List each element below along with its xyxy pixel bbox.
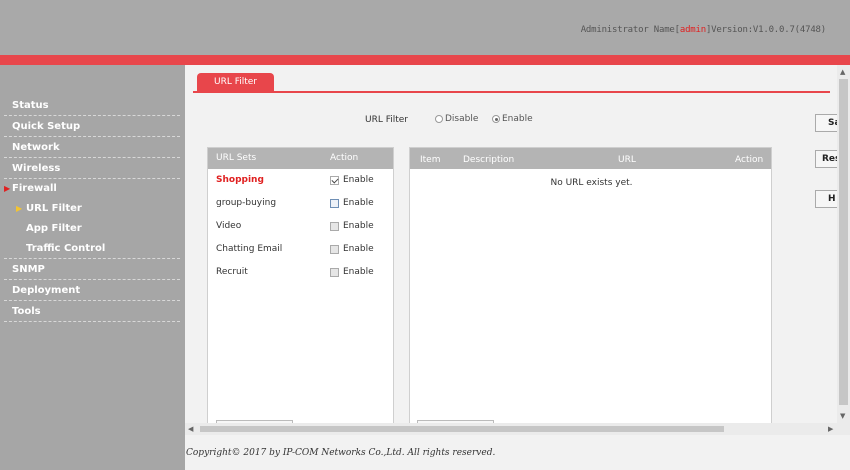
col-action: Action — [330, 153, 359, 163]
enable-checkbox[interactable] — [330, 244, 339, 254]
col-url: URL — [618, 155, 636, 165]
scroll-up-icon[interactable]: ▲ — [840, 68, 845, 76]
sidebar-item-label: Wireless — [12, 163, 61, 174]
enable-label: Enable — [343, 244, 374, 254]
enable-checkbox[interactable] — [330, 175, 339, 185]
col-action: Action — [735, 155, 764, 165]
set-name-group-buying[interactable]: group-buying — [216, 198, 276, 208]
empty-table-message: No URL exists yet. — [550, 178, 633, 188]
sidebar-item-deployment[interactable]: Deployment — [4, 281, 180, 301]
sidebar-item-snmp[interactable]: SNMP — [4, 260, 180, 280]
sidebar-item-network[interactable]: Network — [4, 138, 180, 158]
sidebar-item-label: Network — [12, 142, 60, 153]
sidebar-item-label: SNMP — [12, 264, 45, 275]
horizontal-scrollbar[interactable]: ◀ ▶ — [185, 423, 850, 435]
scroll-down-icon[interactable]: ▼ — [840, 412, 845, 420]
col-description: Description — [463, 155, 515, 165]
set-name-shopping[interactable]: Shopping — [216, 175, 264, 185]
set-name-video[interactable]: Video — [216, 221, 241, 231]
enable-toggle[interactable]: Enable — [330, 267, 374, 277]
enable-label: Enable — [343, 221, 374, 231]
sidebar-item-label: Quick Setup — [12, 121, 81, 132]
copyright-footer: Copyright© 2017 by IP-COM Networks Co.,L… — [186, 448, 496, 458]
list-item[interactable]: Video Enable — [208, 217, 393, 237]
info-prefix: Administrator Name[ — [580, 25, 680, 35]
sidebar-item-label: URL Filter — [26, 203, 82, 214]
enable-toggle[interactable]: Enable — [330, 221, 374, 231]
sidebar-item-firewall[interactable]: ▶ Firewall — [4, 179, 180, 199]
sidebar-item-label: Deployment — [12, 285, 81, 296]
enable-toggle[interactable]: Enable — [330, 244, 374, 254]
sidebar-item-label: Firewall — [12, 183, 57, 194]
sidebar-item-status[interactable]: Status — [4, 96, 180, 116]
list-item[interactable]: Shopping Enable — [208, 171, 393, 191]
enable-checkbox[interactable] — [330, 198, 339, 208]
top-header: Administrator Name[admin]Version:V1.0.0.… — [0, 0, 850, 55]
sidebar-item-app-filter[interactable]: App Filter — [4, 219, 180, 239]
admin-version-info: Administrator Name[admin]Version:V1.0.0.… — [581, 25, 826, 35]
set-name-recruit[interactable]: Recruit — [216, 267, 248, 277]
sidebar-item-wireless[interactable]: Wireless — [4, 159, 180, 179]
radio-disable-label: Disable — [445, 114, 479, 124]
sidebar-item-tools[interactable]: Tools — [4, 302, 180, 322]
sidebar-item-label: Tools — [12, 306, 41, 317]
sidebar-item-url-filter[interactable]: ▶ URL Filter — [4, 199, 180, 219]
scroll-left-icon[interactable]: ◀ — [188, 423, 193, 435]
url-table-panel: Item Description URL Action No URL exist… — [409, 147, 772, 432]
tab-url-filter[interactable]: URL Filter — [197, 73, 275, 92]
scroll-right-icon[interactable]: ▶ — [828, 423, 833, 435]
version-info: ]Version:V1.0.0.7(4748) — [705, 25, 826, 35]
horizontal-scroll-thumb[interactable] — [200, 426, 724, 432]
enable-checkbox[interactable] — [330, 267, 339, 277]
selected-arrow-icon: ▶ — [16, 204, 23, 213]
list-item[interactable]: Chatting Email Enable — [208, 240, 393, 260]
enable-toggle[interactable]: Enable — [330, 198, 374, 208]
radio-enable-circle[interactable] — [492, 115, 500, 123]
vertical-scrollbar[interactable]: ▲ ▼ — [837, 65, 850, 423]
list-item[interactable]: Recruit Enable — [208, 263, 393, 283]
enable-label: Enable — [343, 175, 374, 185]
col-item: Item — [420, 155, 441, 165]
enable-toggle[interactable]: Enable — [330, 175, 374, 185]
radio-enable-label: Enable — [502, 114, 533, 124]
radio-disable-circle[interactable] — [435, 115, 443, 123]
sidebar-item-traffic-control[interactable]: Traffic Control — [4, 239, 180, 259]
main-content: URL Filter URL Filter Disable Enable Sa … — [185, 65, 850, 470]
enable-checkbox[interactable] — [330, 221, 339, 231]
tab-underline — [193, 91, 830, 93]
radio-disable[interactable]: Disable — [435, 114, 478, 124]
sidebar-item-label: Traffic Control — [26, 243, 106, 254]
url-sets-panel: URL Sets Action Shopping Enable group-bu… — [207, 147, 394, 432]
admin-name-link[interactable]: admin — [680, 25, 706, 35]
set-name-chatting-email[interactable]: Chatting Email — [216, 244, 282, 254]
expanded-arrow-icon: ▶ — [4, 184, 11, 193]
sidebar-item-label: App Filter — [26, 223, 82, 234]
header-accent-bar — [0, 55, 850, 65]
url-filter-label: URL Filter — [365, 115, 409, 125]
enable-label: Enable — [343, 267, 374, 277]
list-item[interactable]: group-buying Enable — [208, 194, 393, 214]
sidebar-nav: Status Quick Setup Network Wireless ▶ Fir… — [0, 65, 185, 470]
enable-label: Enable — [343, 198, 374, 208]
url-sets-header: URL Sets Action — [208, 148, 393, 169]
vertical-scroll-thumb[interactable] — [839, 79, 848, 405]
col-url-sets: URL Sets — [216, 153, 257, 163]
sidebar-item-quick-setup[interactable]: Quick Setup — [4, 117, 180, 137]
sidebar-item-label: Status — [12, 100, 49, 111]
radio-enable[interactable]: Enable — [492, 114, 533, 124]
url-table-header: Item Description URL Action — [410, 148, 771, 169]
